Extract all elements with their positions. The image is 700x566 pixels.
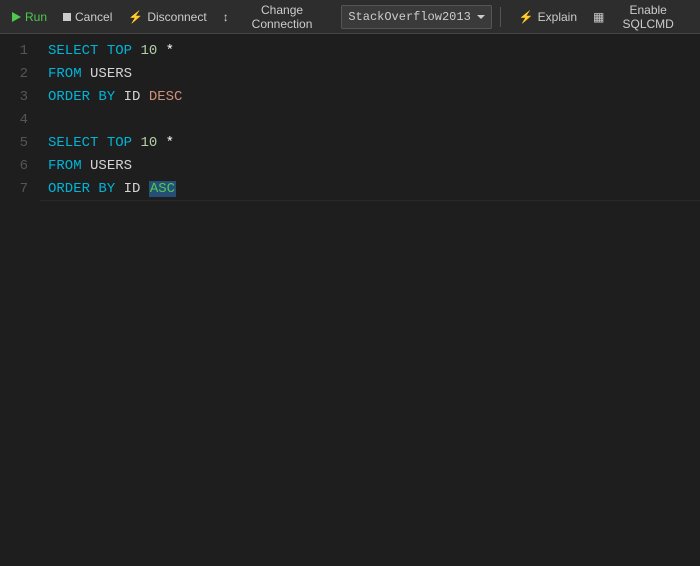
run-button[interactable]: Run xyxy=(6,3,53,31)
run-label: Run xyxy=(25,10,47,24)
code-line-7: ORDER BY ID ASC xyxy=(48,178,692,201)
disconnect-button[interactable]: ⚡ Disconnect xyxy=(122,3,212,31)
change-connection-label: Change Connection xyxy=(233,3,332,31)
disconnect-icon: ⚡ xyxy=(128,10,143,24)
line-number-4: 4 xyxy=(8,109,28,132)
cancel-button[interactable]: Cancel xyxy=(57,3,118,31)
change-connection-button[interactable]: ↕ Change Connection xyxy=(217,3,338,31)
code-line-6: FROM USERS xyxy=(48,155,692,178)
change-connection-icon: ↕ xyxy=(223,10,229,24)
toolbar: Run Cancel ⚡ Disconnect ↕ Change Connect… xyxy=(0,0,700,34)
connection-dropdown[interactable]: StackOverflow2013 xyxy=(341,5,491,29)
explain-button[interactable]: ⚡ Explain xyxy=(513,3,583,31)
explain-label: Explain xyxy=(538,10,577,24)
code-line-5: SELECT TOP 10 * xyxy=(48,132,692,155)
line-number-1: 1 xyxy=(8,40,28,63)
connection-name: StackOverflow2013 xyxy=(348,10,470,24)
dropdown-arrow-icon xyxy=(477,15,485,19)
line-number-6: 6 xyxy=(8,155,28,178)
line-numbers: 1 2 3 4 5 6 7 xyxy=(0,40,40,566)
code-line-1: SELECT TOP 10 * xyxy=(48,40,692,63)
code-line-4 xyxy=(48,109,692,132)
explain-icon: ⚡ xyxy=(519,10,534,24)
stop-icon xyxy=(63,13,71,21)
editor: 1 2 3 4 5 6 7 SELECT TOP 10 * FROM USERS… xyxy=(0,34,700,566)
sqlcmd-icon: ▦ xyxy=(593,10,604,24)
asc-highlight: ASC xyxy=(149,181,176,197)
line-number-2: 2 xyxy=(8,63,28,86)
line-number-7: 7 xyxy=(8,178,28,201)
toolbar-right: ⚡ Explain ▦ Enable SQLCMD xyxy=(513,3,694,31)
line-number-3: 3 xyxy=(8,86,28,109)
code-content[interactable]: SELECT TOP 10 * FROM USERS ORDER BY ID D… xyxy=(40,40,700,566)
run-icon xyxy=(12,12,21,22)
toolbar-separator xyxy=(500,7,501,27)
code-line-2: FROM USERS xyxy=(48,63,692,86)
sqlcmd-label: Enable SQLCMD xyxy=(608,3,688,31)
enable-sqlcmd-button[interactable]: ▦ Enable SQLCMD xyxy=(587,3,694,31)
line-number-5: 5 xyxy=(8,132,28,155)
disconnect-label: Disconnect xyxy=(147,10,206,24)
cancel-label: Cancel xyxy=(75,10,112,24)
code-line-3: ORDER BY ID DESC xyxy=(48,86,692,109)
